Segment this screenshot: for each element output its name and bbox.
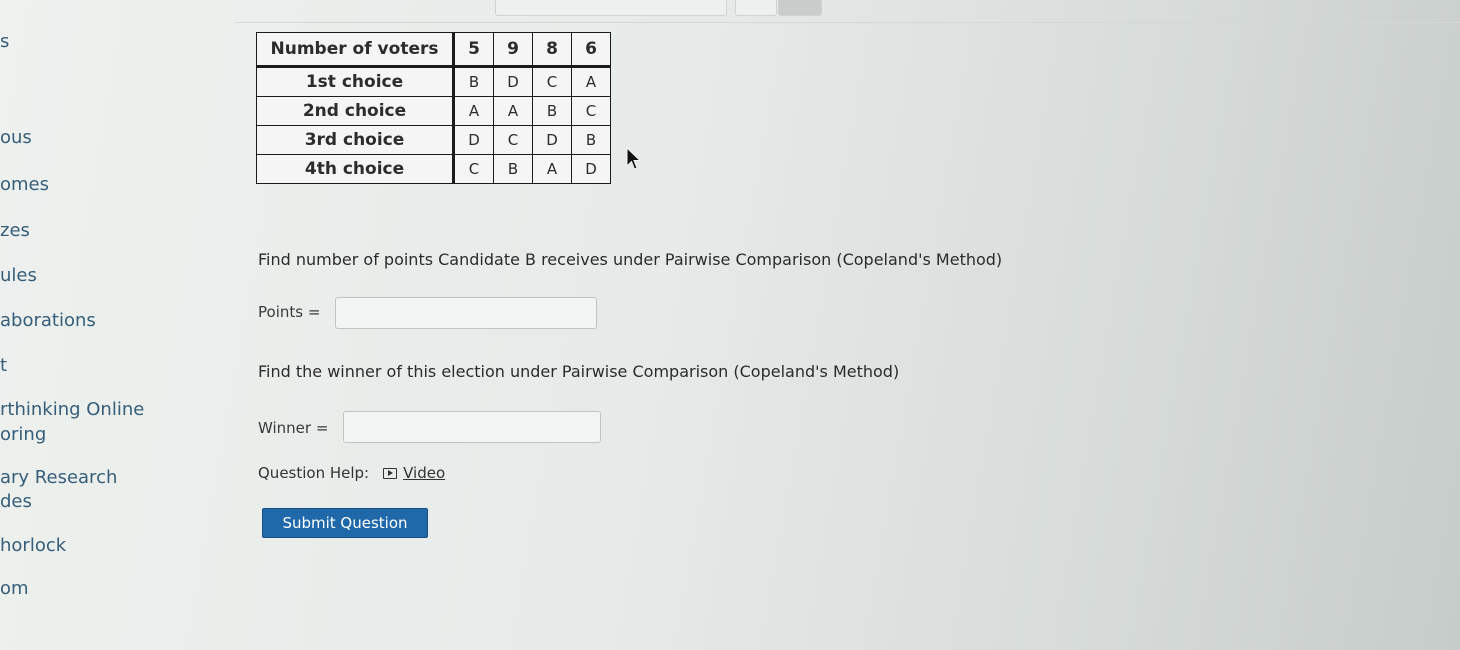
candidate-cell: C (453, 154, 494, 184)
mouse-cursor-icon (626, 147, 642, 170)
candidate-cell: C (571, 96, 611, 126)
sidebar-item[interactable]: horlock (0, 534, 66, 558)
candidate-cell: B (493, 154, 533, 184)
submit-question-button[interactable]: Submit Question (262, 508, 428, 538)
sidebar-item[interactable]: aborations (0, 309, 96, 333)
table-header-row: Number of voters 5 9 8 6 (256, 32, 611, 68)
candidate-cell: B (453, 66, 494, 97)
row-label: 3rd choice (256, 125, 455, 155)
points-label: Points = (258, 303, 321, 321)
candidate-cell: D (532, 125, 572, 155)
row-label: 4th choice (256, 154, 455, 184)
table-header-label: Number of voters (256, 32, 455, 68)
voter-count-cell: 5 (453, 32, 494, 68)
question-points-text: Find number of points Candidate B receiv… (258, 250, 1003, 269)
sidebar-item[interactable]: t (0, 354, 7, 378)
top-toolbar-strip (235, 0, 1460, 23)
top-field[interactable] (495, 0, 727, 16)
voter-count-cell: 9 (493, 32, 533, 68)
question-help-label: Question Help: (258, 464, 370, 482)
sidebar-item[interactable]: omes (0, 173, 49, 197)
voter-count-cell: 8 (532, 32, 572, 68)
candidate-cell: D (493, 66, 533, 97)
winner-input[interactable] (343, 411, 601, 443)
candidate-cell: D (571, 154, 611, 184)
voter-count-cell: 6 (571, 32, 611, 68)
preference-schedule-table: Number of voters 5 9 8 6 1st choice B D … (256, 32, 611, 184)
top-button[interactable] (778, 0, 822, 16)
question-winner-text: Find the winner of this election under P… (258, 362, 900, 381)
sidebar-item[interactable]: ous (0, 126, 32, 150)
row-label: 1st choice (256, 66, 455, 97)
candidate-cell: A (453, 96, 494, 126)
sidebar-item[interactable]: ary Research (0, 466, 117, 490)
candidate-cell: B (532, 96, 572, 126)
video-help-link[interactable]: Video (383, 464, 445, 482)
video-link-label: Video (403, 464, 446, 482)
candidate-cell: C (532, 66, 572, 97)
candidate-cell: D (453, 125, 494, 155)
sidebar-item[interactable]: oring (0, 423, 46, 447)
sidebar-item[interactable]: ules (0, 264, 37, 288)
table-row: 1st choice B D C A (256, 66, 611, 97)
candidate-cell: A (532, 154, 572, 184)
sidebar-item[interactable]: des (0, 490, 32, 514)
sidebar-item[interactable]: om (0, 577, 29, 601)
points-input[interactable] (335, 297, 597, 329)
candidate-cell: A (571, 66, 611, 97)
candidate-cell: B (571, 125, 611, 155)
sidebar-item[interactable]: rthinking Online (0, 398, 144, 422)
candidate-cell: C (493, 125, 533, 155)
row-label: 2nd choice (256, 96, 455, 126)
video-icon (383, 467, 398, 479)
sidebar-item[interactable]: s (0, 30, 9, 54)
table-row: 2nd choice A A B C (256, 96, 611, 126)
top-button[interactable] (735, 0, 777, 16)
table-row: 3rd choice D C D B (256, 125, 611, 155)
candidate-cell: A (493, 96, 533, 126)
winner-label: Winner = (258, 419, 329, 437)
sidebar-item[interactable]: zes (0, 219, 30, 243)
table-row: 4th choice C B A D (256, 154, 611, 184)
question-help: Question Help: Video (258, 464, 445, 482)
